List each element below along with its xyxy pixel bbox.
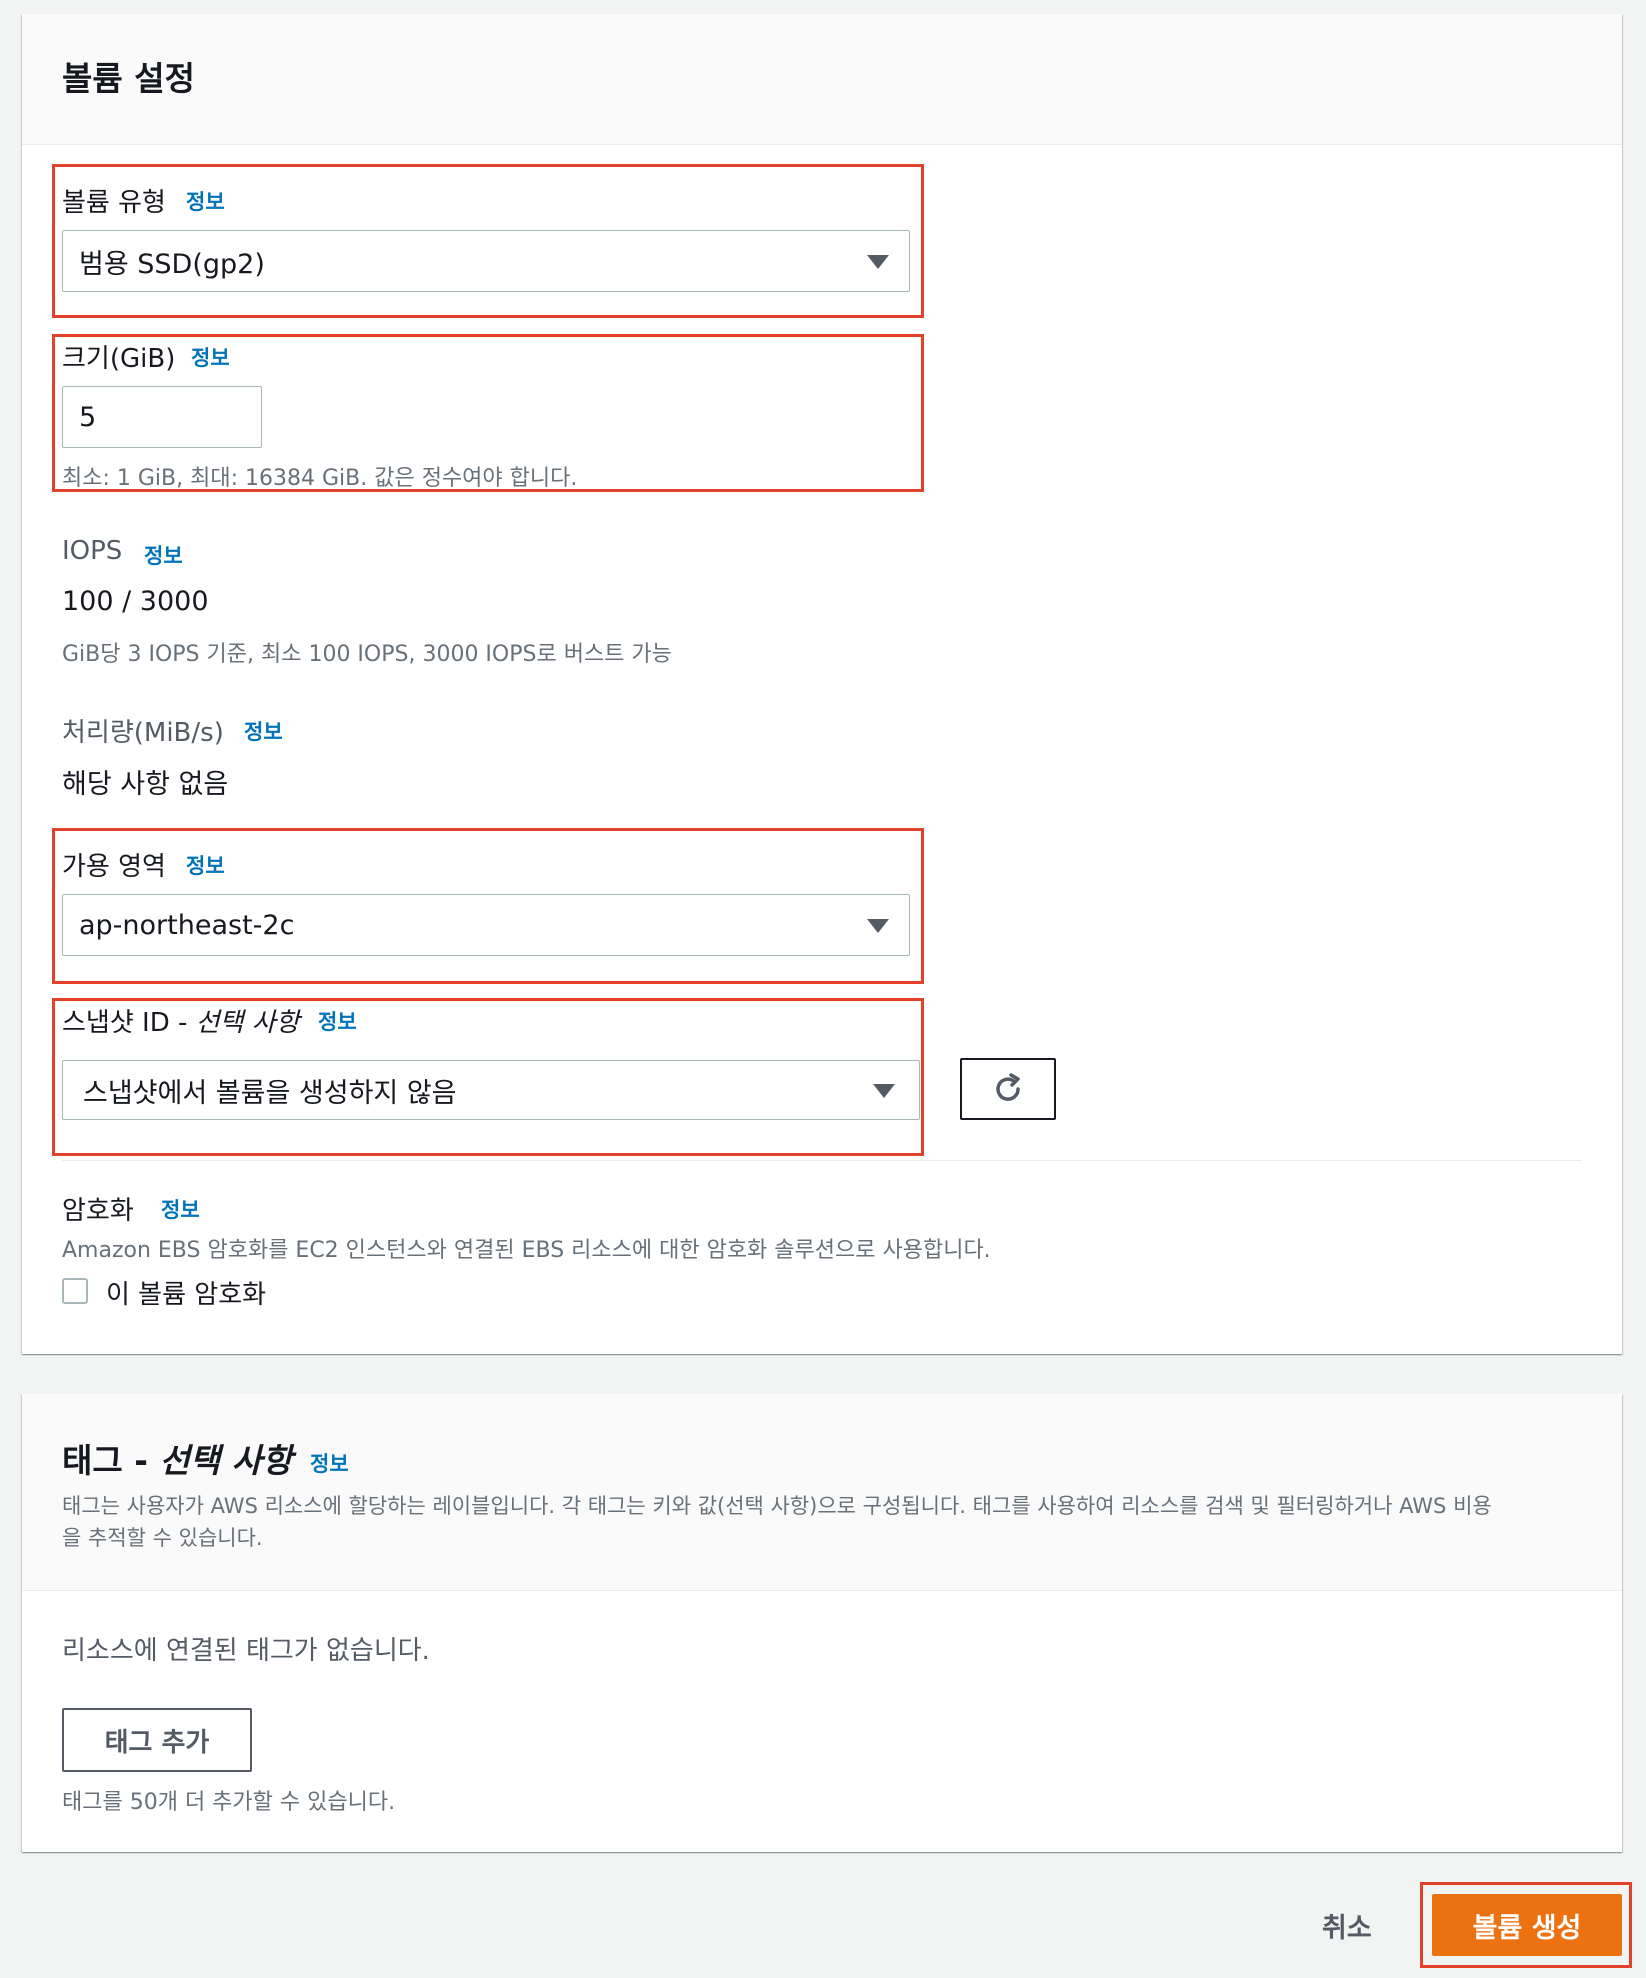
iops-value: 100 / 3000 xyxy=(62,586,209,617)
encryption-label: 암호화 xyxy=(62,1196,134,1226)
tags-description-line2: 을 추적할 수 있습니다. xyxy=(62,1526,263,1550)
throughput-value: 해당 사항 없음 xyxy=(62,769,229,800)
encryption-info-link[interactable]: 정보 xyxy=(161,1194,200,1224)
tags-limit-hint: 태그를 50개 더 추가할 수 있습니다. xyxy=(62,1790,396,1815)
encrypt-volume-checkbox[interactable] xyxy=(62,1278,88,1304)
tags-title-main: 태그 - xyxy=(62,1441,160,1480)
cancel-button[interactable]: 취소 xyxy=(1322,1906,1372,1945)
create-volume-button[interactable]: 볼륨 생성 xyxy=(1432,1894,1622,1956)
iops-info-link[interactable]: 정보 xyxy=(144,540,183,570)
availability-zone-label: 가용 영역 xyxy=(62,852,166,882)
size-input[interactable]: 5 xyxy=(62,386,262,448)
volume-settings-title: 볼륨 설정 xyxy=(62,59,195,98)
size-hint: 최소: 1 GiB, 최대: 16384 GiB. 값은 정수여야 합니다. xyxy=(62,466,578,491)
volume-type-select[interactable]: 범용 SSD(gp2) xyxy=(62,230,910,292)
iops-hint: GiB당 3 IOPS 기준, 최소 100 IOPS, 3000 IOPS로 … xyxy=(62,642,672,667)
encryption-hint: Amazon EBS 암호화를 EC2 인스턴스와 연결된 EBS 리소스에 대… xyxy=(62,1238,991,1263)
snapshot-info-link[interactable]: 정보 xyxy=(318,1006,357,1036)
refresh-icon xyxy=(996,1073,1020,1101)
availability-zone-select[interactable]: ap-northeast-2c xyxy=(62,894,910,956)
tags-empty-text: 리소스에 연결된 태그가 없습니다. xyxy=(62,1636,430,1666)
section-divider xyxy=(62,1160,1582,1161)
size-label: 크기(GiB) xyxy=(62,344,176,374)
tags-description-line1: 태그는 사용자가 AWS 리소스에 할당하는 레이블입니다. 각 태그는 키와 … xyxy=(62,1494,1492,1518)
size-input-value: 5 xyxy=(79,401,97,433)
tags-title: 태그 - 선택 사항 xyxy=(62,1434,292,1482)
snapshot-label-main: 스냅샷 ID - xyxy=(62,1008,196,1038)
size-info-link[interactable]: 정보 xyxy=(191,342,230,372)
volume-settings-panel: 볼륨 설정 볼륨 유형 정보 범용 SSD(gp2) 크기(GiB) 정보 5 … xyxy=(22,14,1622,1354)
availability-zone-info-link[interactable]: 정보 xyxy=(186,850,225,880)
snapshot-refresh-button[interactable] xyxy=(960,1058,1056,1120)
throughput-info-link[interactable]: 정보 xyxy=(244,716,283,746)
caret-down-icon xyxy=(873,1084,895,1098)
iops-label: IOPS xyxy=(62,536,123,566)
snapshot-label: 스냅샷 ID - 선택 사항 xyxy=(62,1002,300,1039)
tags-panel: 태그 - 선택 사항 정보 태그는 사용자가 AWS 리소스에 할당하는 레이블… xyxy=(22,1394,1622,1852)
volume-settings-header: 볼륨 설정 xyxy=(22,14,1622,145)
caret-down-icon xyxy=(867,255,889,269)
snapshot-selected: 스냅샷에서 볼륨을 생성하지 않음 xyxy=(83,1077,457,1109)
tags-title-optional: 선택 사항 xyxy=(159,1441,293,1480)
snapshot-select[interactable]: 스냅샷에서 볼륨을 생성하지 않음 xyxy=(62,1060,920,1120)
add-tag-button[interactable]: 태그 추가 xyxy=(62,1708,252,1772)
throughput-label: 처리량(MiB/s) xyxy=(62,718,224,748)
volume-type-info-link[interactable]: 정보 xyxy=(186,186,225,216)
availability-zone-selected: ap-northeast-2c xyxy=(79,909,295,941)
snapshot-label-optional: 선택 사항 xyxy=(195,1008,300,1038)
tags-header: 태그 - 선택 사항 정보 태그는 사용자가 AWS 리소스에 할당하는 레이블… xyxy=(22,1394,1622,1591)
encrypt-volume-checkbox-label[interactable]: 이 볼륨 암호화 xyxy=(106,1274,266,1311)
tags-info-link[interactable]: 정보 xyxy=(310,1448,349,1478)
volume-type-selected: 범용 SSD(gp2) xyxy=(79,248,265,280)
volume-type-label: 볼륨 유형 xyxy=(62,188,166,218)
caret-down-icon xyxy=(867,919,889,933)
